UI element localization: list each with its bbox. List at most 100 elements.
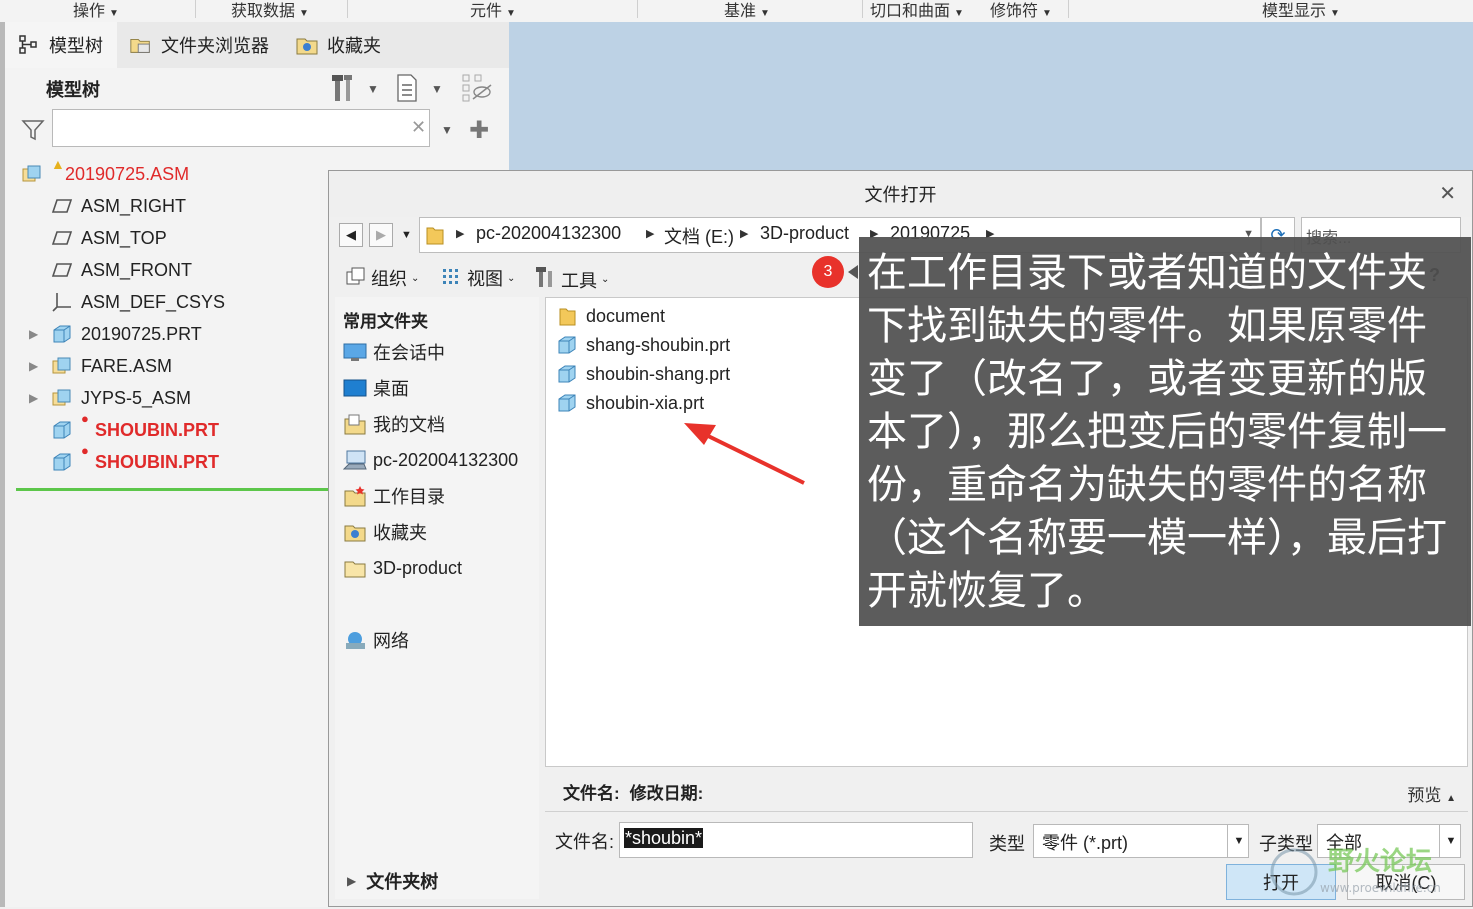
forward-button[interactable]: ▶ bbox=[369, 223, 393, 247]
model-tree-search-input[interactable] bbox=[52, 109, 430, 147]
assembly-icon bbox=[51, 387, 73, 409]
ribbon-group-operations[interactable]: 操作 ▼ bbox=[73, 0, 119, 21]
chevron-down-icon[interactable]: ▼ bbox=[441, 123, 453, 137]
chevron-down-icon[interactable]: ▼ bbox=[367, 82, 379, 96]
sidebar-item-in-session[interactable]: 在会话中 bbox=[343, 337, 445, 367]
clear-icon[interactable]: ✕ bbox=[411, 117, 426, 138]
sidebar-item-my-documents[interactable]: 我的文档 bbox=[343, 409, 445, 439]
file-info-bar: 文件名: 修改日期: bbox=[563, 783, 704, 803]
tree-item-assembly[interactable]: ▶ JYPS-5_ASM bbox=[5, 382, 325, 414]
hide-items-icon[interactable] bbox=[460, 72, 494, 104]
network-icon bbox=[343, 629, 367, 651]
sidebar-item-computer[interactable]: pc-202004132300 bbox=[343, 445, 518, 475]
warning-icon: ▲ bbox=[51, 156, 65, 172]
assembly-icon bbox=[51, 355, 73, 377]
type-label: 类型 bbox=[989, 834, 1025, 854]
insert-here-marker[interactable] bbox=[16, 488, 328, 491]
ribbon-group-model-display[interactable]: 模型显示 ▼ bbox=[1262, 0, 1340, 21]
view-menu[interactable]: 视图 ⌄ bbox=[441, 265, 515, 291]
tab-folder-browser[interactable]: 文件夹浏览器 bbox=[129, 22, 269, 68]
show-list-icon[interactable] bbox=[393, 72, 421, 104]
settings-tools-icon[interactable] bbox=[329, 72, 359, 104]
tree-item-missing-part[interactable]: ● SHOUBIN.PRT bbox=[5, 411, 325, 446]
expand-icon: ▶ bbox=[347, 874, 357, 888]
preview-toggle[interactable]: 预览 ▲ bbox=[1407, 781, 1456, 806]
favorites-icon bbox=[343, 521, 367, 543]
folder-icon bbox=[343, 557, 367, 579]
tab-model-tree[interactable]: 模型树 bbox=[5, 22, 117, 68]
sidebar-item-favorites[interactable]: 收藏夹 bbox=[343, 517, 427, 547]
file-item-part[interactable]: shoubin-shang.prt bbox=[556, 360, 730, 388]
ribbon-group-modifiers[interactable]: 修饰符 ▼ bbox=[990, 0, 1052, 21]
csys-icon bbox=[51, 291, 73, 313]
tree-item-assembly[interactable]: ▶ FARE.ASM bbox=[5, 350, 325, 382]
datum-plane-icon bbox=[51, 227, 73, 249]
annotation-callout: 在工作目录下或者知道的文件夹下找到缺失的零件。如果原零件变了（改名了，或者变更新… bbox=[859, 237, 1471, 626]
tree-item-datum[interactable]: ASM_TOP bbox=[5, 222, 325, 254]
sidebar-item-working-directory[interactable]: 工作目录 bbox=[343, 481, 445, 511]
tree-item-part[interactable]: ▶ 20190725.PRT bbox=[5, 318, 325, 350]
tree-item-datum[interactable]: ASM_FRONT bbox=[5, 254, 325, 286]
file-item-part[interactable]: shang-shoubin.prt bbox=[556, 331, 730, 359]
badge-pointer bbox=[848, 265, 858, 279]
chevron-down-icon[interactable]: ▼ bbox=[1227, 824, 1250, 858]
ribbon-separator bbox=[637, 0, 638, 18]
ribbon-separator bbox=[195, 0, 196, 18]
datum-plane-icon bbox=[51, 195, 73, 217]
error-icon: ● bbox=[81, 443, 89, 458]
folder-tree-toggle[interactable]: ▶ 文件夹树 bbox=[335, 863, 539, 899]
sidebar-item-3d-product[interactable]: 3D-product bbox=[343, 553, 462, 583]
ribbon-group-component[interactable]: 元件 ▼ bbox=[470, 0, 516, 21]
expand-icon[interactable]: ▶ bbox=[29, 391, 38, 405]
arrow-right-icon: ▶ bbox=[376, 227, 386, 242]
ribbon-separator bbox=[1068, 0, 1069, 18]
breadcrumb-drive[interactable]: 文档 (E:) bbox=[664, 223, 734, 249]
graphics-area[interactable] bbox=[509, 22, 1473, 172]
tree-item-csys[interactable]: ASM_DEF_CSYS bbox=[5, 286, 325, 318]
ribbon-group-cut-surface[interactable]: 切口和曲面 ▼ bbox=[870, 0, 964, 21]
expand-icon[interactable]: ▶ bbox=[29, 359, 38, 373]
breadcrumb-computer[interactable]: pc-202004132300 bbox=[476, 223, 621, 244]
model-tree-icon bbox=[17, 33, 41, 57]
filename-input[interactable]: *shoubin* bbox=[619, 822, 973, 858]
ribbon-group-datum[interactable]: 基准 ▼ bbox=[724, 0, 770, 21]
file-item-folder[interactable]: document bbox=[556, 302, 665, 330]
tools-icon bbox=[535, 265, 557, 294]
part-icon bbox=[51, 451, 73, 473]
sidebar-item-network[interactable]: 网络 bbox=[343, 625, 409, 655]
part-icon bbox=[51, 419, 73, 441]
common-folders-panel: 常用文件夹 在会话中 桌面 我的文档 pc-202004132300 工作目录 … bbox=[335, 297, 539, 897]
part-icon bbox=[51, 323, 73, 345]
expand-icon[interactable]: ▶ bbox=[29, 327, 38, 341]
sidebar-item-desktop[interactable]: 桌面 bbox=[343, 373, 409, 403]
computer-icon bbox=[343, 449, 367, 471]
close-icon[interactable]: ✕ bbox=[1439, 181, 1456, 206]
arrow-left-icon: ◀ bbox=[346, 227, 356, 242]
ribbon-group-get-data[interactable]: 获取数据 ▼ bbox=[231, 0, 309, 21]
step-badge: 3 bbox=[812, 256, 844, 288]
chevron-down-icon[interactable]: ▼ bbox=[431, 82, 443, 96]
tools-menu[interactable]: 工具 ⌄ bbox=[535, 265, 609, 294]
part-icon bbox=[556, 392, 578, 414]
assembly-icon bbox=[21, 163, 43, 185]
tree-item-root-assembly[interactable]: ▲ 20190725.ASM bbox=[5, 156, 325, 190]
session-icon bbox=[343, 341, 367, 363]
tree-item-datum[interactable]: ASM_RIGHT bbox=[5, 190, 325, 222]
model-tree-title: 模型树 bbox=[46, 80, 100, 100]
file-item-part[interactable]: shoubin-xia.prt bbox=[556, 389, 704, 417]
part-icon bbox=[556, 363, 578, 385]
history-dropdown-icon[interactable]: ▼ bbox=[401, 229, 412, 241]
add-icon[interactable]: ✚ bbox=[469, 116, 489, 145]
organize-menu[interactable]: 组织 ⌄ bbox=[345, 265, 419, 291]
filter-icon[interactable] bbox=[21, 119, 45, 146]
folder-icon bbox=[426, 224, 444, 251]
filename-label: 文件名: bbox=[555, 832, 615, 852]
breadcrumb-3d-product[interactable]: 3D-product bbox=[760, 223, 849, 244]
tab-favorites[interactable]: 收藏夹 bbox=[295, 22, 381, 68]
dialog-title: 文件打开 bbox=[329, 171, 1472, 217]
type-select[interactable]: 零件 (*.prt) bbox=[1033, 824, 1249, 858]
back-button[interactable]: ◀ bbox=[339, 223, 363, 247]
tree-item-missing-part[interactable]: ● SHOUBIN.PRT bbox=[5, 443, 325, 478]
navigator-tabs: 模型树 文件夹浏览器 收藏夹 bbox=[5, 22, 509, 68]
annotation-arrow-icon bbox=[684, 423, 805, 485]
